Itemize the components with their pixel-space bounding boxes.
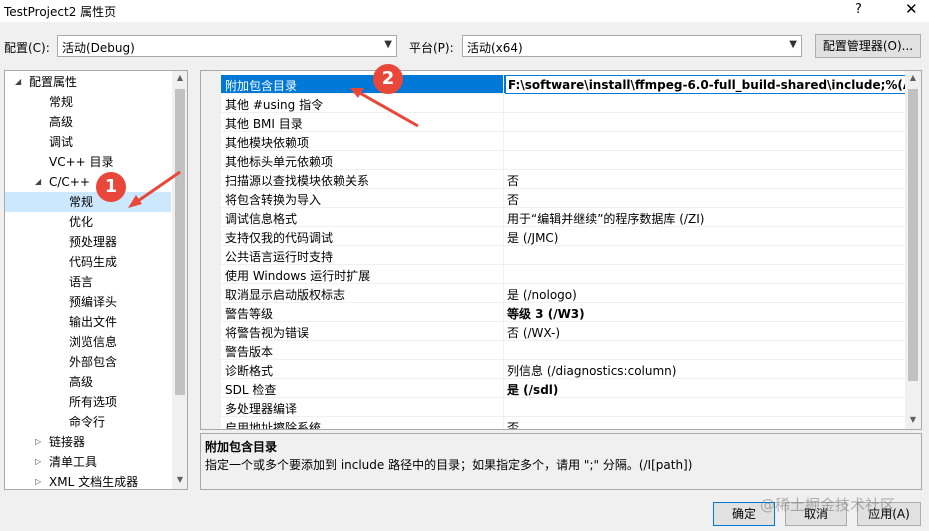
callout-one-arrow (134, 170, 181, 205)
watermark: @稀土掘金技术社区 (760, 496, 896, 514)
callout-two-arrow (357, 90, 419, 128)
callout-two: 2 (373, 64, 403, 94)
callout-one: 1 (96, 172, 126, 202)
annotation-arrows (128, 88, 419, 208)
callout-one-arrowhead (128, 195, 142, 208)
